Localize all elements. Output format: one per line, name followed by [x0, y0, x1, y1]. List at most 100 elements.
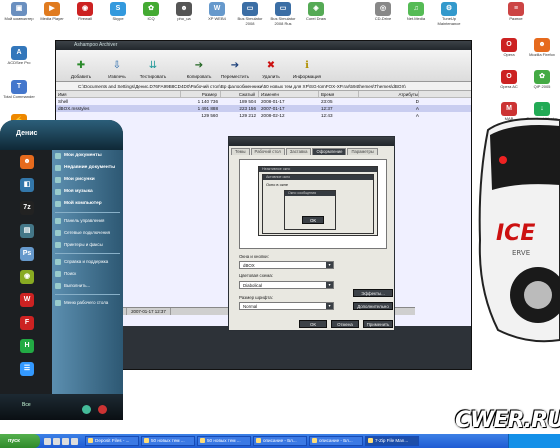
advanced-button[interactable]: Дополнительно [353, 302, 393, 310]
column-header[interactable]: Сжатый [221, 91, 259, 97]
app-icon: ▶ [44, 2, 60, 16]
info-button[interactable]: ℹ Информация [290, 60, 324, 79]
start-menu-item[interactable]: Принтеры и факсы [52, 239, 123, 251]
app-icon: ♫ [408, 2, 424, 16]
table-row[interactable]: 129 560 129 212 2008-02-12 12:43 A [56, 112, 471, 119]
desktop-icon[interactable]: A ACDSee Pro [2, 46, 36, 66]
pinned-item-word[interactable]: W [4, 292, 50, 307]
desktop-icon[interactable]: O Opera [492, 38, 526, 58]
copy-button[interactable]: ➔ Копировать [182, 60, 216, 79]
delete-button[interactable]: ✖ Удалить [254, 60, 288, 79]
tab-0[interactable]: Темы [231, 148, 250, 155]
ok-button[interactable]: ОК [299, 320, 327, 328]
log-off-icon[interactable] [82, 405, 91, 414]
file-size: 1 140 736 [197, 99, 218, 104]
desktop-icon[interactable]: ◎ CD-Drive [366, 2, 400, 22]
address-bar[interactable]: C:\Documents and Settings\Денис.D76FA99B… [56, 82, 471, 91]
desktop-icon-label: CD-Drive [374, 16, 392, 21]
start-button[interactable]: пуск [0, 434, 40, 448]
desktop-icon[interactable]: ⚙ TuneUp Maintenance [432, 2, 466, 26]
preview-ok-button: ОК [302, 216, 324, 224]
table-row[interactable]: Shell 1 140 736 189 504 2008-01-17 23:05 D [56, 98, 471, 105]
quick-launch-icon[interactable] [53, 437, 60, 445]
quick-launch-icon[interactable] [44, 437, 51, 445]
desktop-icon[interactable]: ◉ Firewall [68, 2, 102, 22]
start-menu-item-label: Мой компьютер [64, 200, 102, 206]
taskbar-button[interactable]: 7-Zip File Man... [365, 436, 419, 446]
table-row[interactable]: dBOX.msstyles 1 491 888 223 156 2007-01-17 1… [56, 105, 471, 112]
pinned-item-photoshop[interactable]: Ps [4, 246, 50, 261]
filezilla-icon: F [20, 315, 34, 330]
tab-1[interactable]: Рабочий стол [250, 148, 285, 155]
extract-button[interactable]: ⇩ Извлечь [100, 60, 134, 79]
start-menu-item[interactable]: Панель управления [52, 215, 123, 227]
start-menu-item[interactable]: Моя музыка [52, 186, 123, 198]
taskbar-button[interactable]: описание - Бл... [309, 436, 363, 446]
desktop-icon[interactable]: O Opera AC [492, 70, 526, 90]
start-menu-item[interactable]: Меню рабочего стола [52, 297, 123, 309]
desktop-icon-label: Total Commander [3, 94, 35, 99]
desktop-icon[interactable]: ▶ Media Player [35, 2, 69, 22]
svg-text:ERVE: ERVE [512, 249, 530, 257]
pinned-item-media[interactable]: ▤ [4, 223, 50, 238]
start-menu-item[interactable]: Поиск [52, 268, 123, 280]
start-menu-item[interactable]: Мои документы [52, 150, 123, 162]
desktop-icon[interactable]: W XP WEB4 [200, 2, 234, 22]
taskbar-button[interactable]: 50 новых тем ... [141, 436, 195, 446]
test-button[interactable]: ⇊ Тестировать [136, 60, 170, 79]
desktop-icon-label: ACDSee Pro [7, 60, 31, 65]
file-size: 129 560 [201, 113, 218, 118]
desktop-icon[interactable]: ◈ Corel Draw [299, 2, 333, 22]
add-button[interactable]: ✚ Добавить [64, 60, 98, 79]
desktop-icon[interactable]: ☻ Mozilla Firefox [525, 38, 559, 58]
pinned-item-filezilla[interactable]: F [4, 315, 50, 330]
pinned-item-7zip[interactable]: 7z [4, 200, 50, 215]
pinned-item-h-app[interactable]: H [4, 338, 50, 353]
color-scheme-select[interactable]: Diabolical [239, 281, 334, 289]
taskbar-button[interactable]: Deposit Files - ... [85, 436, 139, 446]
desktop-icon[interactable]: ▭ Bus Simulator 2008 [233, 2, 267, 26]
quick-launch-icon[interactable] [71, 437, 78, 445]
column-header[interactable]: Размер [181, 91, 221, 97]
tab-3[interactable]: Оформление [312, 148, 347, 155]
column-header[interactable]: Время [319, 91, 359, 97]
pinned-item-explorer[interactable]: ◧ [4, 177, 50, 192]
column-header[interactable]: Атрибуты [359, 91, 419, 97]
pinned-item-stamp[interactable]: ◉ [4, 269, 50, 284]
app-icon: O [501, 38, 517, 52]
tab-2[interactable]: Заставка [285, 148, 312, 155]
folder-icon [55, 218, 61, 224]
windows-buttons-select[interactable]: dBOX [239, 261, 334, 269]
start-menu-item[interactable]: Сетевые подключения [52, 227, 123, 239]
taskbar-button[interactable]: 50 новых тем ... [197, 436, 251, 446]
start-menu-item[interactable]: Выполнить... [52, 280, 123, 292]
column-header[interactable]: Имя [56, 91, 181, 97]
power-icon[interactable] [98, 405, 107, 414]
display-properties-dialog[interactable]: Темы Рабочий стол Заставка Оформление Параме… [228, 136, 395, 331]
start-menu-item[interactable]: Мои рисунки [52, 174, 123, 186]
effects-button[interactable]: Эффекты... [353, 289, 393, 297]
start-menu-item[interactable]: Недавние документы [52, 162, 123, 174]
quick-launch-icon[interactable] [62, 437, 69, 445]
pinned-item-notepad[interactable]: ☰ [4, 361, 50, 376]
desktop-icon[interactable]: ♫ Net.Media [399, 2, 433, 22]
move-button[interactable]: ➔ Переместить [218, 60, 252, 79]
desktop-icon[interactable]: ▣ Мой компьютер [2, 2, 36, 22]
font-size-select[interactable]: Normal [239, 302, 334, 310]
start-menu-item[interactable]: Мой компьютер [52, 198, 123, 210]
desktop-icon[interactable]: ≡ Разное [499, 2, 533, 22]
toolbar-label: Тестировать [139, 74, 167, 79]
desktop-icon[interactable]: ✿ ICQ [134, 2, 168, 22]
start-menu-item[interactable]: Справка и поддержка [52, 256, 123, 268]
desktop-icon[interactable]: T Total Commander [2, 80, 36, 100]
desktop-icon[interactable]: ▭ Bus Simulator 2008 Rus [266, 2, 300, 26]
column-header[interactable]: Изменён [259, 91, 319, 97]
desktop-icon[interactable]: ☻ pho_ua [167, 2, 201, 22]
taskbar-button[interactable]: описание - Бл... [253, 436, 307, 446]
cancel-button[interactable]: Отмена [331, 320, 359, 328]
apply-button[interactable]: Применить [363, 320, 393, 328]
desktop-icon[interactable]: ✿ QIP 2005 [525, 70, 559, 90]
pinned-item-firefox[interactable]: ☻ [4, 154, 50, 169]
tab-4[interactable]: Параметры [347, 148, 378, 155]
desktop-icon[interactable]: S Skype [101, 2, 135, 22]
